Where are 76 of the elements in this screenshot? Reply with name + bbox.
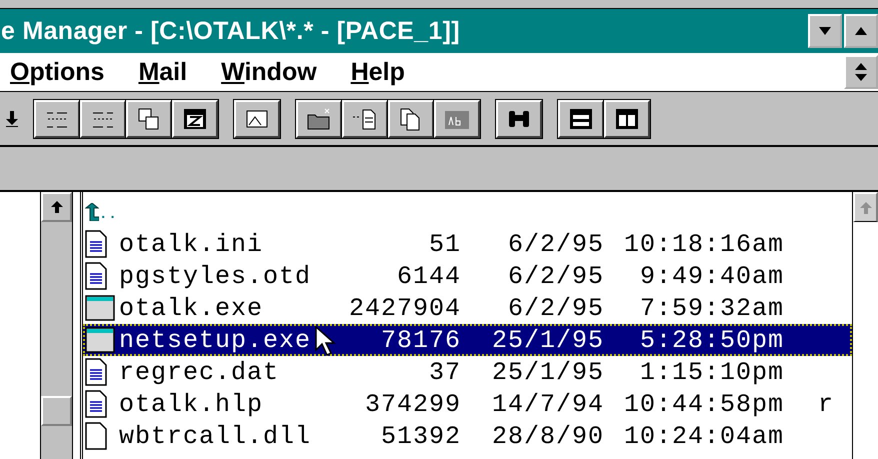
- down-arrow-icon[interactable]: [6, 110, 18, 126]
- toolbar-button[interactable]: [604, 100, 650, 138]
- file-row[interactable]: otalk.hlp 374299 14/7/94 10:44:58pm r: [83, 388, 852, 420]
- scroll-thumb[interactable]: [41, 396, 72, 426]
- file-row[interactable]: otalk.exe 2427904 6/2/95 7:59:32am: [83, 292, 852, 324]
- file-date: 6/2/95: [508, 264, 604, 288]
- toolbar-button[interactable]: [296, 100, 342, 138]
- file-name: otalk.hlp: [119, 392, 264, 416]
- file-row[interactable]: otalk.ini 51 6/2/95 10:18:16am: [83, 228, 852, 260]
- scrollbar[interactable]: [40, 192, 73, 459]
- file-time: 10:44:58pm: [624, 392, 784, 416]
- up-arrow-icon: [50, 201, 62, 213]
- toolbar-button[interactable]: [558, 100, 604, 138]
- file-row[interactable]: wbtrcall.dll 51392 28/8/90 10:24:04am: [83, 420, 852, 452]
- document-icon: [85, 390, 107, 418]
- file-time: 7:59:32am: [640, 296, 784, 320]
- file-date: 6/2/95: [508, 296, 604, 320]
- file-name: wbtrcall.dll: [119, 424, 312, 448]
- file-date: 14/7/94: [492, 392, 604, 416]
- up-down-arrows-icon: [855, 63, 867, 81]
- program-window-icon: [85, 327, 115, 353]
- toolbar-button[interactable]: [434, 100, 480, 138]
- file-size: 374299: [364, 392, 461, 416]
- up-level-icon: [85, 203, 99, 221]
- file-name: regrec.dat: [119, 360, 280, 384]
- file-name: otalk.exe: [119, 296, 264, 320]
- file-name: pgstyles.otd: [119, 264, 312, 288]
- file-size: 37: [428, 360, 461, 384]
- toolbar-button[interactable]: [34, 100, 80, 138]
- toolbar-button[interactable]: [126, 100, 172, 138]
- menu-item[interactable]: Window: [221, 58, 317, 86]
- file-size: 51392: [380, 424, 461, 448]
- file-size: 78176: [380, 328, 461, 352]
- file-size: 6144: [396, 264, 461, 288]
- up-arrow-icon: [860, 202, 872, 214]
- file-row[interactable]: regrec.dat 37 25/1/95 1:15:10pm: [83, 356, 852, 388]
- blank-file-icon: [85, 422, 107, 450]
- minimize-button[interactable]: [808, 14, 842, 48]
- mouse-pointer-icon: [315, 326, 337, 358]
- file-time: 9:49:40am: [640, 264, 784, 288]
- restore-button[interactable]: [844, 55, 878, 89]
- document-icon: [85, 230, 107, 258]
- file-date: 25/1/95: [492, 328, 604, 352]
- file-row[interactable]: netsetup.exe 78176 25/1/95 5:28:50pm: [83, 324, 852, 356]
- document-icon: [85, 358, 107, 386]
- window-title: e Manager - [C:\OTALK\*.* - [PACE_1]]: [0, 16, 461, 46]
- file-time: 1:15:10pm: [640, 360, 784, 384]
- file-date: 28/8/90: [492, 424, 604, 448]
- maximize-button[interactable]: [844, 14, 878, 48]
- file-size: 51: [428, 232, 461, 256]
- file-date: 6/2/95: [508, 232, 604, 256]
- scroll-up-button[interactable]: [853, 192, 878, 222]
- toolbar-button[interactable]: [496, 100, 542, 138]
- toolbar-button[interactable]: [172, 100, 218, 138]
- scroll-up-button[interactable]: [41, 192, 72, 222]
- file-name: netsetup.exe: [119, 328, 312, 352]
- file-date: 25/1/95: [492, 360, 604, 384]
- file-name: otalk.ini: [119, 232, 264, 256]
- file-time: 10:18:16am: [624, 232, 784, 256]
- file-row[interactable]: pgstyles.otd 6144 6/2/95 9:49:40am: [83, 260, 852, 292]
- toolbar-button[interactable]: [388, 100, 434, 138]
- menu-item[interactable]: Mail: [138, 58, 188, 86]
- file-attributes: r: [818, 392, 834, 416]
- toolbar-button[interactable]: [234, 100, 280, 138]
- down-arrow-icon: [819, 27, 831, 35]
- document-icon: [85, 262, 107, 290]
- parent-directory[interactable]: ..: [99, 208, 118, 222]
- toolbar-button[interactable]: [342, 100, 388, 138]
- file-size: 2427904: [348, 296, 461, 320]
- menu-item[interactable]: Help: [350, 58, 405, 86]
- file-time: 10:24:04am: [624, 424, 784, 448]
- toolbar-button[interactable]: [80, 100, 126, 138]
- program-window-icon: [85, 295, 115, 321]
- menu-item[interactable]: Options: [10, 58, 104, 86]
- file-time: 5:28:50pm: [640, 328, 784, 352]
- up-arrow-icon: [855, 27, 867, 35]
